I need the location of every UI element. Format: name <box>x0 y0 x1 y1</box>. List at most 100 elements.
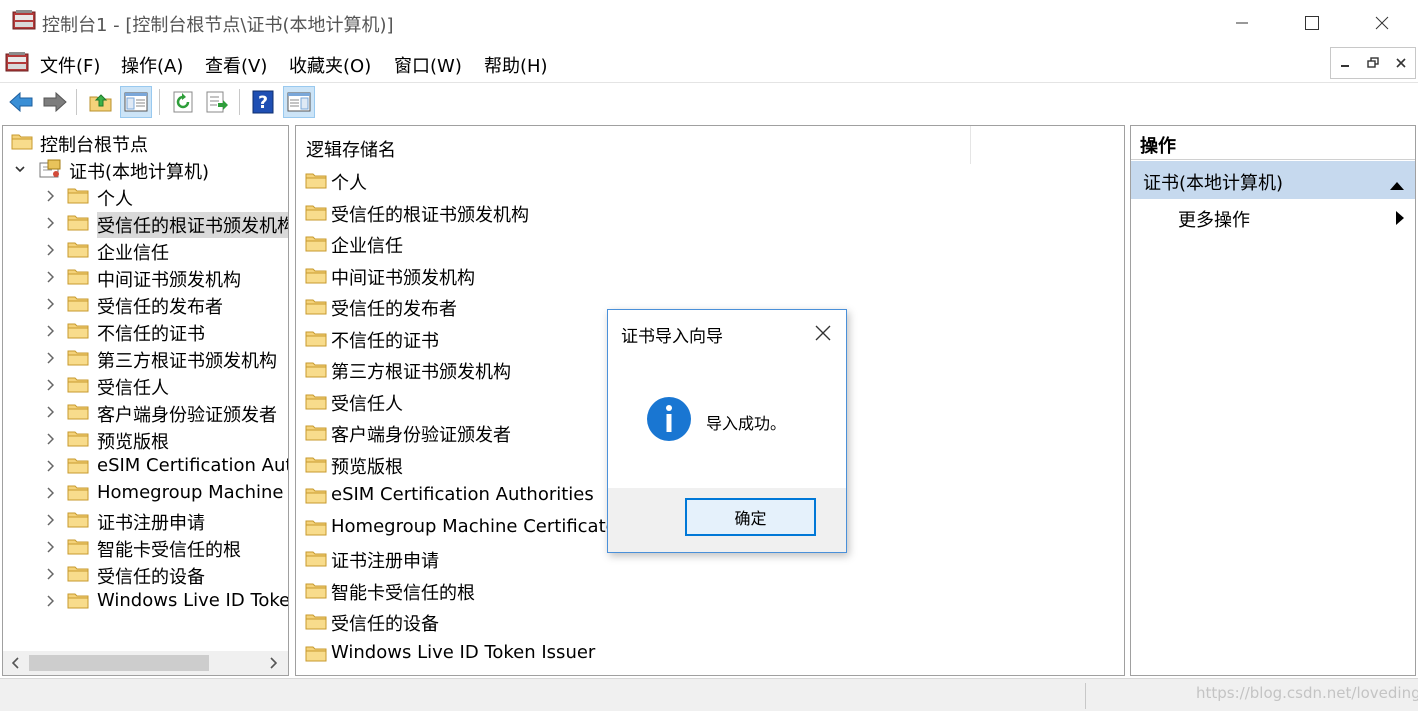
tree-item[interactable]: 个人 <box>3 183 288 210</box>
child-close-button[interactable] <box>1387 48 1415 78</box>
collapse-up-icon[interactable] <box>1389 175 1405 196</box>
tree-item[interactable]: 受信任人 <box>3 372 288 399</box>
list-item-label: 受信任的设备 <box>331 614 439 635</box>
folder-icon <box>67 294 89 317</box>
tree-item[interactable]: Windows Live ID Token Issuer <box>3 588 288 615</box>
maximize-icon <box>1305 16 1319 30</box>
tree-item-label: 中间证书颁发机构 <box>97 270 241 291</box>
chevron-right-icon[interactable] <box>43 349 57 367</box>
tree-horizontal-scrollbar[interactable] <box>3 651 288 675</box>
folder-icon <box>305 266 327 289</box>
tree-item[interactable]: 客户端身份验证颁发者 <box>3 399 288 426</box>
tree-item[interactable]: 企业信任 <box>3 237 288 264</box>
forward-button[interactable] <box>39 86 71 118</box>
list-item[interactable]: 智能卡受信任的根 <box>296 576 1116 606</box>
tree-item[interactable]: 受信任的根证书颁发机构 <box>3 210 288 238</box>
child-minimize-button[interactable] <box>1331 48 1359 78</box>
tree-item[interactable]: 第三方根证书颁发机构 <box>3 345 288 372</box>
console-tree-pane[interactable]: 控制台根节点 证书(本地计算机) 个人 受信任的根证书颁发机构 企业信任中间证书颁发… <box>2 125 289 676</box>
child-restore-button[interactable] <box>1359 48 1387 78</box>
show-hide-console-tree-button[interactable] <box>120 86 152 118</box>
tree-item[interactable]: 受信任的发布者 <box>3 291 288 318</box>
back-button[interactable] <box>5 86 37 118</box>
show-hide-action-pane-icon <box>287 92 311 112</box>
tree-item-label: 第三方根证书颁发机构 <box>97 351 277 372</box>
list-item[interactable]: 个人 <box>296 166 1116 196</box>
chevron-right-icon[interactable] <box>43 241 57 259</box>
action-group-certificates[interactable]: 证书(本地计算机) <box>1131 161 1415 199</box>
dialog-title: 证书导入向导 <box>621 327 723 347</box>
show-hide-action-pane-button[interactable] <box>283 86 315 118</box>
close-icon <box>1396 58 1406 68</box>
menu-file[interactable]: 文件(F) <box>40 52 100 78</box>
chevron-right-icon[interactable] <box>43 565 57 583</box>
mmc-menu-icon[interactable] <box>5 52 29 74</box>
menu-favorites[interactable]: 收藏夹(O) <box>289 52 371 78</box>
menu-window[interactable]: 窗口(W) <box>394 52 462 78</box>
chevron-right-icon[interactable] <box>43 457 57 475</box>
help-button[interactable]: ? <box>247 86 279 118</box>
folder-icon <box>305 360 327 383</box>
chevron-right-icon[interactable] <box>43 538 57 556</box>
title-bar: 控制台1 - [控制台根节点\证书(本地计算机)] <box>0 0 1418 46</box>
tree-item[interactable]: 受信任的设备 <box>3 561 288 588</box>
list-item-label: 受信任的发布者 <box>331 299 457 320</box>
tree-item[interactable]: Homegroup Machine Certificates <box>3 480 288 507</box>
tree-item-label: 个人 <box>97 189 133 210</box>
menu-action[interactable]: 操作(A) <box>121 52 183 78</box>
column-header-logical-store-name[interactable]: 逻辑存储名 <box>296 126 1124 166</box>
column-divider[interactable] <box>970 126 971 164</box>
tree-item[interactable]: 预览版根 <box>3 426 288 453</box>
tree-item-label: 证书(本地计算机) <box>69 162 210 183</box>
folder-icon <box>305 392 327 415</box>
chevron-right-icon[interactable] <box>43 214 57 232</box>
mmc-app-icon[interactable] <box>12 10 36 32</box>
minimize-button[interactable] <box>1208 0 1276 46</box>
menu-help[interactable]: 帮助(H) <box>484 52 548 78</box>
tree-item[interactable]: 不信任的证书 <box>3 318 288 345</box>
export-list-button[interactable] <box>201 86 233 118</box>
up-one-level-button[interactable] <box>85 86 117 118</box>
tree-item[interactable]: 智能卡受信任的根 <box>3 534 288 561</box>
chevron-right-icon[interactable] <box>43 268 57 286</box>
tree-item-console-root[interactable]: 控制台根节点 <box>3 129 288 156</box>
list-item-label: 智能卡受信任的根 <box>331 582 475 604</box>
scrollbar-thumb[interactable] <box>29 655 209 671</box>
chevron-right-icon[interactable] <box>43 376 57 394</box>
tree-item[interactable]: eSIM Certification Authorities <box>3 453 288 480</box>
chevron-down-icon[interactable] <box>13 160 27 178</box>
folder-icon <box>305 455 327 478</box>
tree-item[interactable]: 中间证书颁发机构 <box>3 264 288 291</box>
more-actions-label: 更多操作 <box>1178 210 1250 231</box>
show-hide-tree-icon <box>124 92 148 112</box>
refresh-button[interactable] <box>167 86 199 118</box>
menu-view[interactable]: 查看(V) <box>205 52 267 78</box>
maximize-button[interactable] <box>1278 0 1346 46</box>
tree-item-label: 受信任的根证书颁发机构 <box>97 212 288 238</box>
ok-button[interactable]: 确定 <box>685 498 816 536</box>
dialog-close-button[interactable] <box>806 318 840 348</box>
folder-icon <box>305 423 327 446</box>
list-item[interactable]: 中间证书颁发机构 <box>296 261 1116 291</box>
scroll-right-icon[interactable] <box>266 655 280 671</box>
chevron-right-icon[interactable] <box>43 484 57 502</box>
list-item[interactable]: 企业信任 <box>296 229 1116 259</box>
tree-item[interactable]: 证书注册申请 <box>3 507 288 534</box>
more-actions-item[interactable]: 更多操作 <box>1131 202 1415 236</box>
chevron-right-icon[interactable] <box>43 592 57 610</box>
child-window-controls <box>1330 47 1416 79</box>
list-item[interactable]: 受信任的设备 <box>296 607 1116 637</box>
scroll-left-icon[interactable] <box>9 655 23 671</box>
chevron-right-icon[interactable] <box>43 295 57 313</box>
tree-item-certificates-local-computer[interactable]: 证书(本地计算机) <box>3 156 288 183</box>
close-button[interactable] <box>1348 0 1416 46</box>
list-item[interactable]: Windows Live ID Token Issuer <box>296 639 1116 669</box>
chevron-right-icon[interactable] <box>43 187 57 205</box>
chevron-right-icon[interactable] <box>43 403 57 421</box>
chevron-right-icon[interactable] <box>43 430 57 448</box>
chevron-right-icon[interactable] <box>43 322 57 340</box>
column-header-label: 逻辑存储名 <box>306 140 396 161</box>
list-item[interactable]: 受信任的根证书颁发机构 <box>296 198 1116 228</box>
chevron-right-icon[interactable] <box>43 511 57 529</box>
list-item-label: 不信任的证书 <box>331 330 439 352</box>
